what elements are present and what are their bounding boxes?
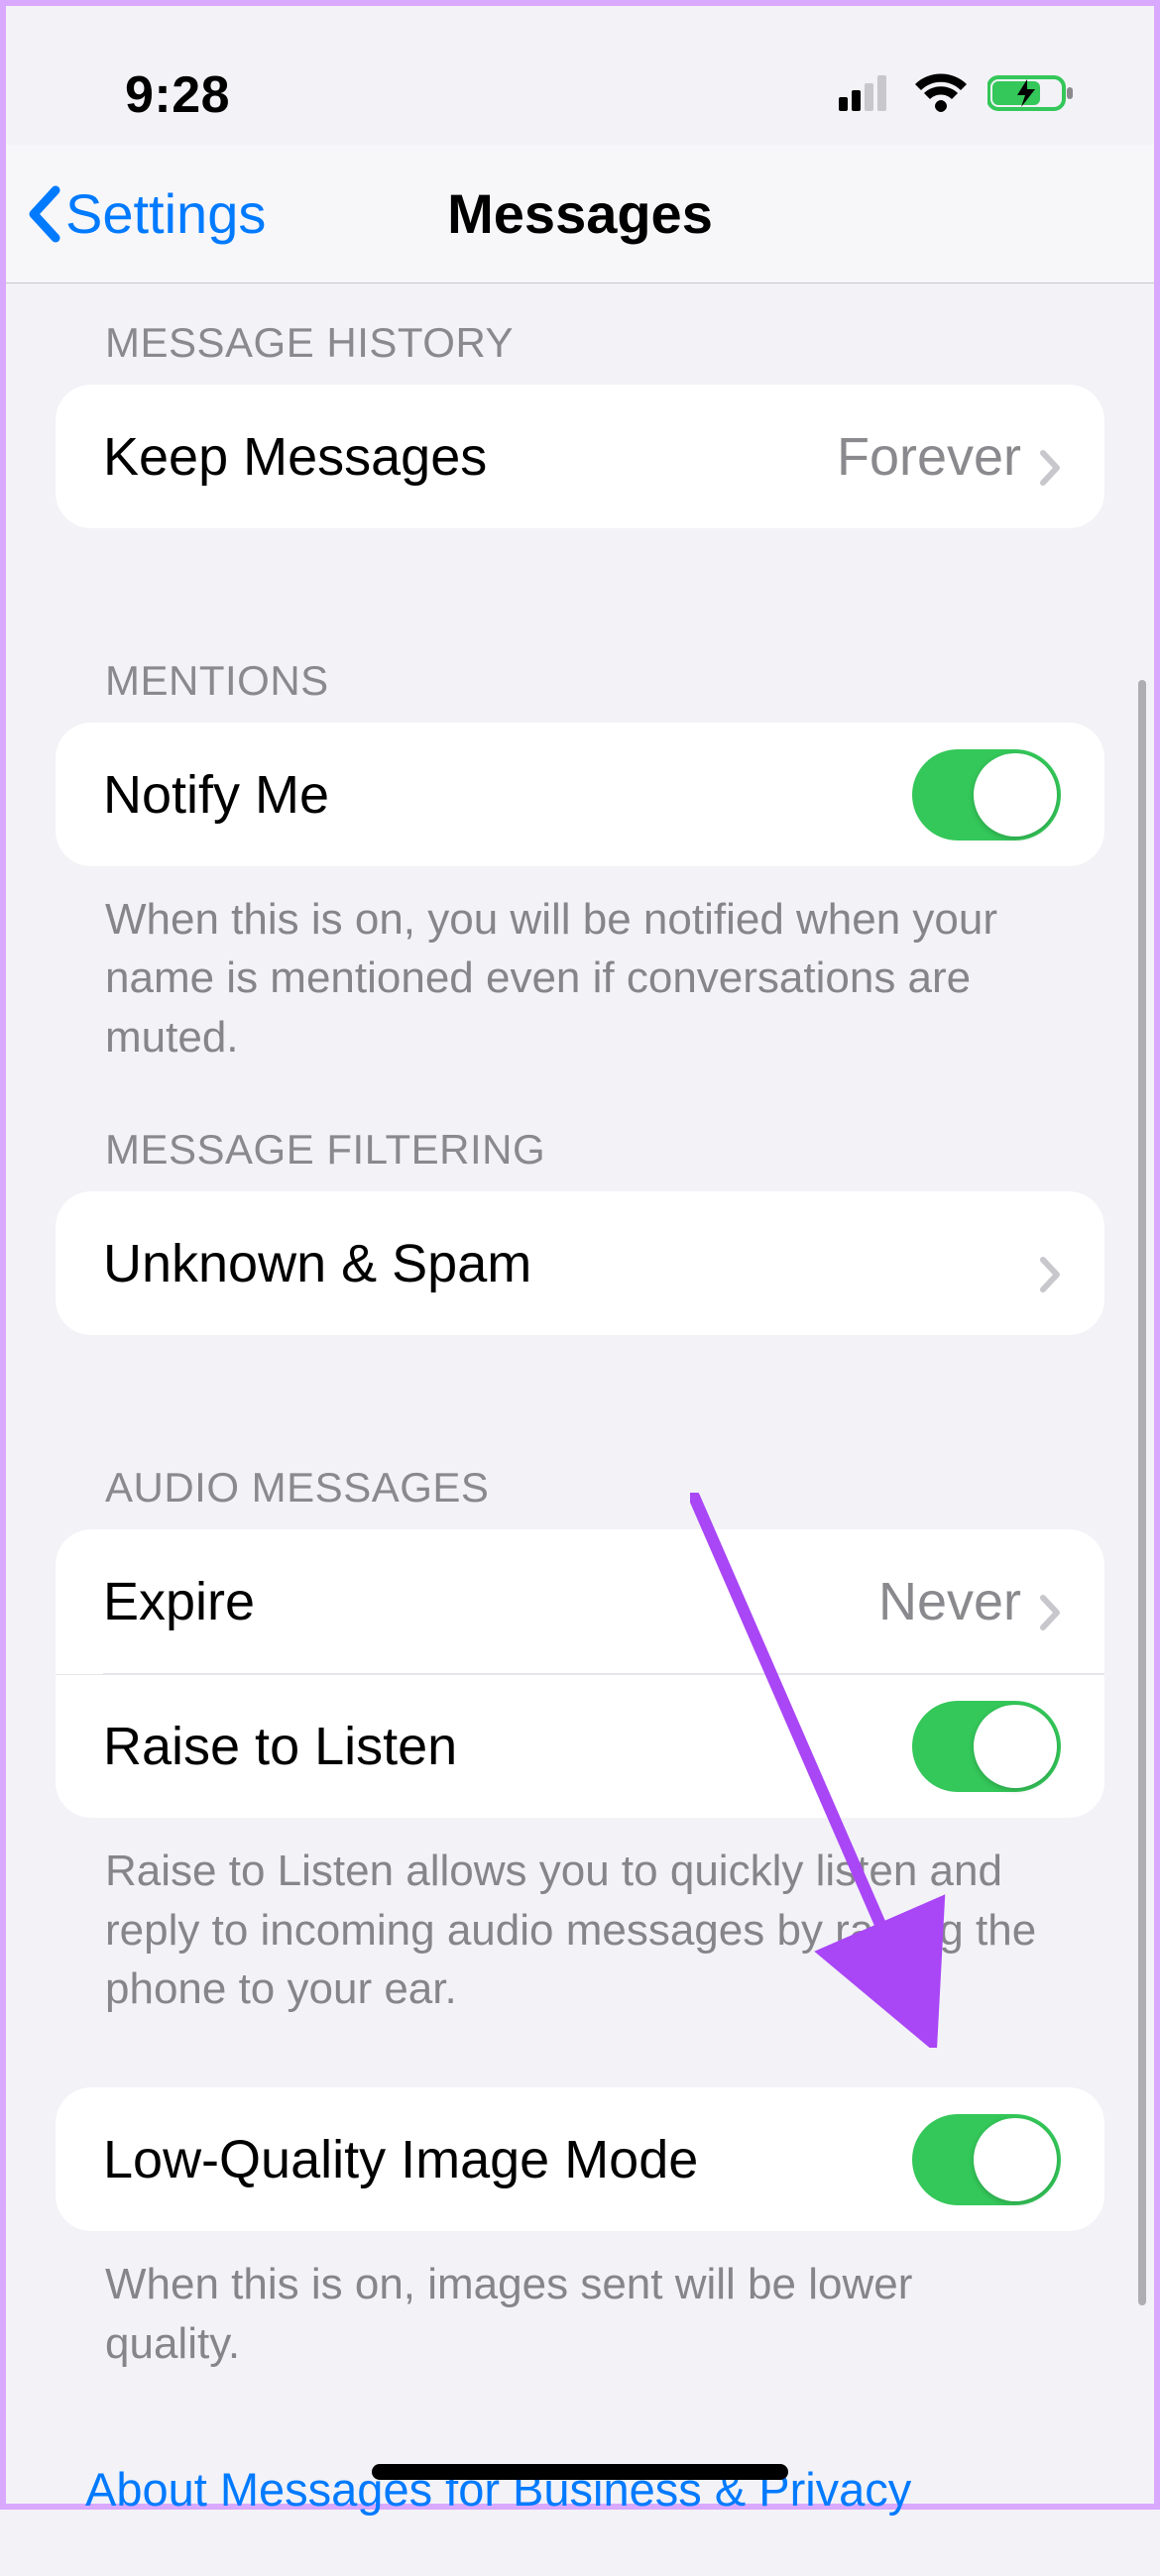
row-label: Low-Quality Image Mode xyxy=(103,2129,912,2190)
row-expire[interactable]: Expire Never xyxy=(56,1529,1104,1673)
row-keep-messages[interactable]: Keep Messages Forever xyxy=(56,385,1104,528)
scroll-indicator[interactable] xyxy=(1138,680,1146,2305)
section-header-filtering: MESSAGE FILTERING xyxy=(56,1066,1104,1191)
row-label: Keep Messages xyxy=(103,426,837,488)
toggle-low-quality-image-mode[interactable] xyxy=(912,2114,1061,2205)
wifi-icon xyxy=(914,73,968,118)
about-messages-link[interactable]: About Messages for Business & Privacy xyxy=(56,2373,1104,2517)
footer-mentions: When this is on, you will be notified wh… xyxy=(56,866,1104,1066)
section-header-mentions: MENTIONS xyxy=(56,608,1104,723)
row-value: Forever xyxy=(837,426,1021,488)
content: MESSAGE HISTORY Keep Messages Forever ME… xyxy=(6,283,1154,2576)
chevron-left-icon xyxy=(26,184,61,244)
row-label: Expire xyxy=(103,1571,878,1632)
chevron-right-icon xyxy=(1039,1245,1061,1283)
nav-bar: Settings Messages xyxy=(6,145,1154,283)
group-mentions: Notify Me xyxy=(56,723,1104,866)
group-history: Keep Messages Forever xyxy=(56,385,1104,528)
section-header-audio: AUDIO MESSAGES xyxy=(56,1414,1104,1529)
group-audio: Expire Never Raise to Listen xyxy=(56,1529,1104,1818)
status-time: 9:28 xyxy=(125,65,230,125)
chevron-right-icon xyxy=(1039,438,1061,476)
back-label: Settings xyxy=(65,181,266,246)
chevron-right-icon xyxy=(1039,1583,1061,1621)
toggle-raise-to-listen[interactable] xyxy=(912,1701,1061,1792)
row-unknown-spam[interactable]: Unknown & Spam xyxy=(56,1191,1104,1335)
row-raise-to-listen[interactable]: Raise to Listen xyxy=(56,1674,1104,1818)
row-low-quality-image-mode[interactable]: Low-Quality Image Mode xyxy=(56,2087,1104,2231)
row-label: Notify Me xyxy=(103,764,912,826)
footer-audio: Raise to Listen allows you to quickly li… xyxy=(56,1818,1104,2018)
row-label: Raise to Listen xyxy=(103,1716,912,1777)
back-button[interactable]: Settings xyxy=(6,181,286,246)
section-header-history: MESSAGE HISTORY xyxy=(56,283,1104,385)
cellular-icon xyxy=(839,75,894,116)
battery-charging-icon xyxy=(987,73,1075,118)
status-bar: 9:28 xyxy=(6,6,1154,145)
row-label: Unknown & Spam xyxy=(103,1233,1039,1294)
row-notify-me[interactable]: Notify Me xyxy=(56,723,1104,866)
home-indicator xyxy=(372,2464,788,2480)
row-value: Never xyxy=(878,1571,1021,1632)
toggle-notify-me[interactable] xyxy=(912,749,1061,840)
status-right xyxy=(839,73,1075,118)
group-low-quality: Low-Quality Image Mode xyxy=(56,2087,1104,2231)
footer-low-quality: When this is on, images sent will be low… xyxy=(56,2231,1104,2373)
group-filtering: Unknown & Spam xyxy=(56,1191,1104,1335)
